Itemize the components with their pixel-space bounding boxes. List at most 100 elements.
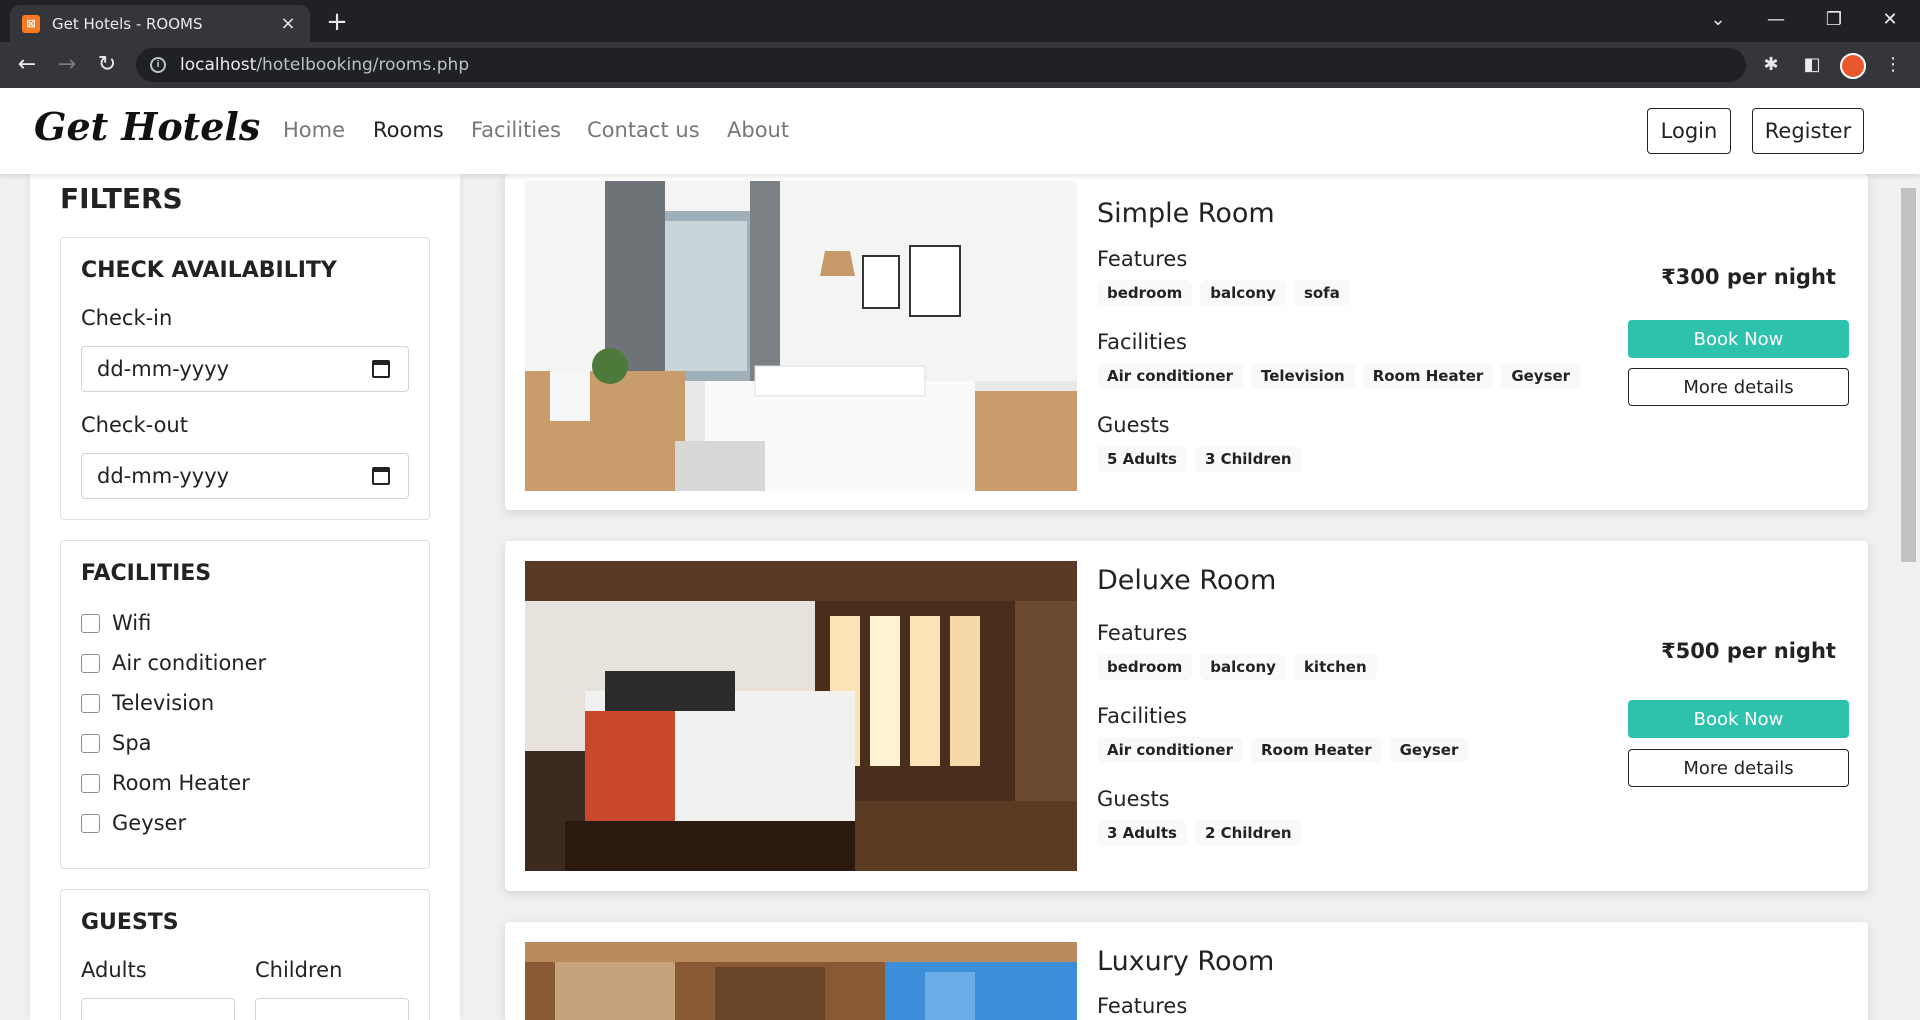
calendar-icon[interactable] [372,360,390,378]
checkbox[interactable] [81,613,100,633]
features-badges: bedroom balcony kitchen [1097,654,1377,680]
back-icon[interactable]: ← [12,50,42,80]
feature-badge: bedroom [1097,280,1193,306]
reload-icon[interactable]: ↻ [92,50,122,80]
checkin-date-input[interactable]: dd-mm-yyyy [81,346,409,392]
checkout-date-input[interactable]: dd-mm-yyyy [81,453,409,499]
room-price: ₹300 per night [1661,265,1836,289]
facility-filter-wifi[interactable]: Wifi [81,611,151,635]
minimize-icon[interactable]: — [1748,0,1804,40]
facility-badge: Air conditioner [1097,363,1243,389]
guest-badge: 2 Children [1194,820,1302,846]
facility-badge: Geyser [1501,363,1581,389]
facility-filter-air-conditioner[interactable]: Air conditioner [81,651,266,675]
facility-filter-spa[interactable]: Spa [81,731,152,755]
features-badges: bedroom balcony sofa [1097,280,1350,306]
xampp-favicon-icon: ⊠ [22,14,40,33]
feature-badge: sofa [1293,280,1350,306]
adults-label: Adults [81,958,147,982]
checkin-placeholder: dd-mm-yyyy [97,357,230,381]
register-button[interactable]: Register [1752,108,1864,154]
brand-logo[interactable]: Get Hotels [34,104,260,149]
checkbox-label: Spa [112,731,152,755]
side-panel-icon[interactable]: ◧ [1797,50,1827,80]
tab-close-icon[interactable]: × [278,13,298,34]
facility-filter-room-heater[interactable]: Room Heater [81,771,250,795]
facility-filter-geyser[interactable]: Geyser [81,811,186,835]
address-bar[interactable]: i localhost/hotelbooking/rooms.php [136,48,1746,82]
close-window-icon[interactable]: ✕ [1862,0,1918,40]
room-card: Deluxe Room Features bedroom balcony kit… [505,541,1868,891]
url-text: localhost/hotelbooking/rooms.php [180,55,469,75]
nav-link-facilities[interactable]: Facilities [471,118,561,142]
facility-filter-television[interactable]: Television [81,691,214,715]
checkout-placeholder: dd-mm-yyyy [97,464,230,488]
nav-link-rooms[interactable]: Rooms [373,118,444,142]
browser-tab[interactable]: ⊠ Get Hotels - ROOMS × [10,5,310,42]
nav-link-about[interactable]: About [727,118,789,142]
guest-badge: 5 Adults [1097,446,1187,472]
book-now-button[interactable]: Book Now [1628,320,1849,358]
checkbox-label: Air conditioner [112,651,267,675]
site-info-icon[interactable]: i [150,57,166,73]
browser-toolbar: ← → ↻ i localhost/hotelbooking/rooms.php… [0,42,1920,88]
feature-badge: balcony [1200,280,1286,306]
new-tab-icon[interactable]: + [322,8,352,38]
features-label: Features [1097,247,1188,271]
extensions-icon[interactable]: ✱ [1756,50,1786,80]
checkbox[interactable] [81,693,100,713]
check-availability-box: CHECK AVAILABILITY Check-in dd-mm-yyyy C… [60,237,430,520]
more-details-button[interactable]: More details [1628,749,1849,787]
calendar-icon[interactable] [372,467,390,485]
profile-avatar[interactable] [1840,53,1866,79]
checkbox[interactable] [81,773,100,793]
checkbox-label: Television [112,691,215,715]
nav-link-contact[interactable]: Contact us [587,118,700,142]
checkbox-label: Room Heater [112,771,250,795]
features-label: Features [1097,621,1188,645]
children-label: Children [255,958,343,982]
page-scrollbar[interactable] [1897,174,1920,1020]
facility-badge: Room Heater [1362,363,1494,389]
facilities-filter-box: FACILITIES Wifi Air conditioner Televisi… [60,540,430,869]
scrollbar-thumb[interactable] [1901,188,1916,562]
tab-title: Get Hotels - ROOMS [52,14,203,33]
browser-tab-strip: ⊠ Get Hotels - ROOMS × + ⌄ — ❐ ✕ [0,0,1920,42]
guest-badge: 3 Adults [1097,820,1187,846]
room-card: Simple Room Features bedroom balcony sof… [505,174,1868,510]
features-label: Features [1097,994,1188,1018]
url-path: /hotelbooking/rooms.php [256,55,470,75]
checkbox[interactable] [81,813,100,833]
checkbox[interactable] [81,733,100,753]
checkbox[interactable] [81,653,100,673]
checkout-label: Check-out [81,413,188,437]
facilities-label: Facilities [1097,330,1187,354]
guests-badges: 5 Adults 3 Children [1097,446,1302,472]
checkbox-label: Wifi [112,611,152,635]
adults-input[interactable] [81,998,235,1020]
more-details-button[interactable]: More details [1628,368,1849,406]
tab-search-icon[interactable]: ⌄ [1690,0,1746,40]
login-button[interactable]: Login [1647,108,1731,154]
facilities-label: Facilities [1097,704,1187,728]
room-image-luxury [525,942,1077,1020]
room-name: Simple Room [1097,198,1275,229]
room-image-simple [525,181,1077,491]
room-price: ₹500 per night [1661,639,1836,663]
room-image-deluxe [525,561,1077,871]
book-now-button[interactable]: Book Now [1628,700,1849,738]
feature-badge: kitchen [1293,654,1377,680]
forward-icon[interactable]: → [52,50,82,80]
nav-link-home[interactable]: Home [283,118,345,142]
browser-menu-icon[interactable]: ⋮ [1878,50,1908,80]
site-navbar: Get Hotels Home Rooms Facilities Contact… [0,88,1920,174]
facilities-badges: Air conditioner Room Heater Geyser [1097,737,1469,763]
feature-badge: balcony [1200,654,1286,680]
guests-badges: 3 Adults 2 Children [1097,820,1302,846]
children-input[interactable] [255,998,409,1020]
url-host: localhost [180,55,257,75]
restore-icon[interactable]: ❐ [1806,0,1862,40]
checkbox-label: Geyser [112,811,187,835]
guests-label: Guests [1097,787,1170,811]
facility-badge: Geyser [1389,737,1469,763]
